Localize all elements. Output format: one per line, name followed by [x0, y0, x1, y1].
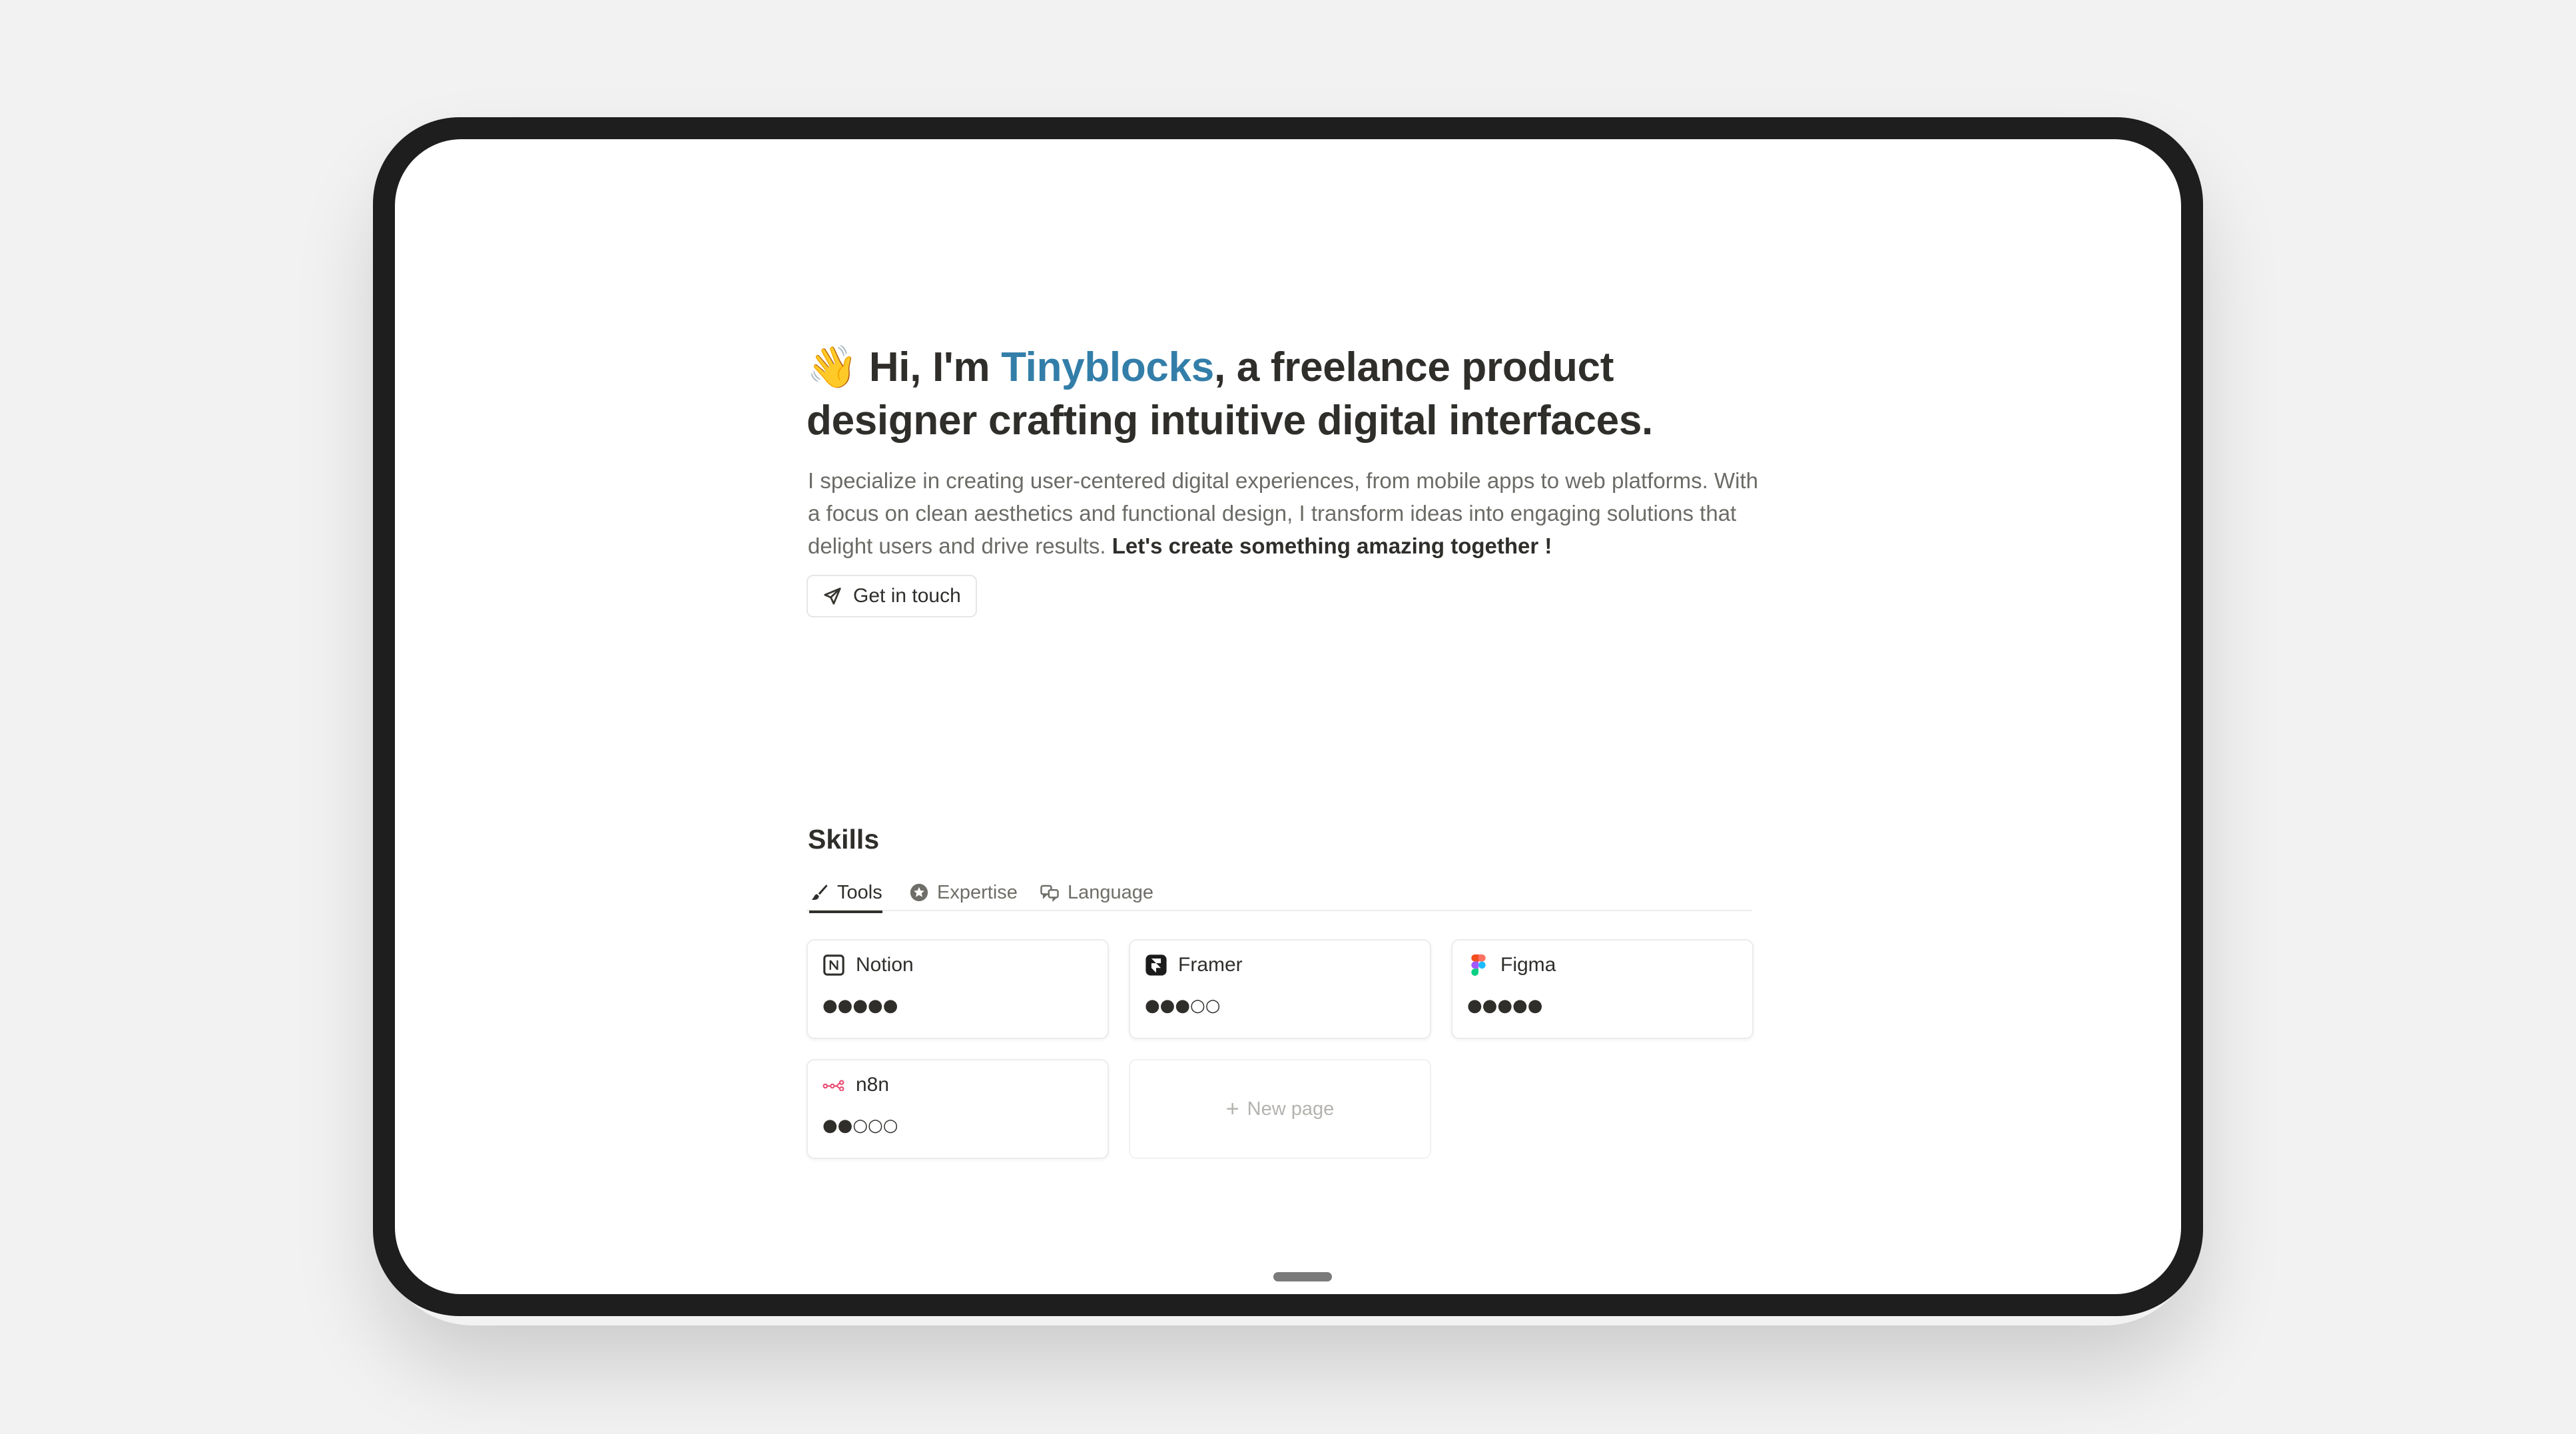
- new-page-label: New page: [1247, 1098, 1335, 1120]
- skill-card-framer[interactable]: Framer ●●●○○: [1129, 939, 1431, 1039]
- rating-dots: ●●●●●: [822, 996, 898, 1016]
- paper-plane-icon: [824, 587, 841, 605]
- skill-card-n8n[interactable]: n8n ●●○○○: [806, 1059, 1109, 1159]
- tab-expertise-label: Expertise: [937, 881, 1018, 903]
- tab-language[interactable]: Language: [1040, 874, 1153, 911]
- notion-icon: [822, 954, 845, 976]
- get-in-touch-button[interactable]: Get in touch: [806, 575, 977, 617]
- tab-language-label: Language: [1068, 881, 1154, 903]
- card-title: Framer: [1178, 954, 1243, 976]
- hero-title-prefix: Hi, I'm: [857, 344, 1002, 390]
- tab-tools[interactable]: Tools: [809, 874, 882, 913]
- card-header: Figma: [1467, 954, 1556, 976]
- new-page-button[interactable]: + New page: [1129, 1059, 1431, 1159]
- tablet-frame: 👋 Hi, I'm Tinyblocks, a freelance produc…: [373, 117, 2203, 1316]
- rating-dots: ●●●●●: [1467, 996, 1543, 1016]
- framer-icon: [1145, 954, 1167, 976]
- tablet-screen: 👋 Hi, I'm Tinyblocks, a freelance produc…: [395, 139, 2181, 1294]
- card-title: Notion: [856, 954, 914, 976]
- card-header: n8n: [822, 1074, 889, 1096]
- tab-expertise[interactable]: Expertise: [909, 874, 1018, 911]
- waving-hand-icon: 👋: [806, 342, 858, 391]
- plus-icon: +: [1225, 1096, 1239, 1122]
- hero-title: 👋 Hi, I'm Tinyblocks, a freelance produc…: [806, 340, 1792, 448]
- home-indicator: [1273, 1272, 1332, 1281]
- card-title: n8n: [856, 1074, 890, 1096]
- hero-name: Tinyblocks: [1001, 344, 1214, 390]
- card-title: Figma: [1500, 954, 1556, 976]
- star-badge-icon: [910, 883, 928, 902]
- get-in-touch-label: Get in touch: [853, 585, 961, 607]
- page-content: 👋 Hi, I'm Tinyblocks, a freelance produc…: [395, 139, 2181, 1294]
- card-header: Notion: [822, 954, 914, 976]
- rating-dots: ●●●○○: [1145, 996, 1221, 1016]
- tab-tools-label: Tools: [837, 881, 882, 903]
- skills-tabs: Tools Expertise Language: [806, 874, 1752, 913]
- translate-icon: [1040, 885, 1059, 902]
- brush-icon: [811, 885, 828, 900]
- hero-description-bold: Let's create something amazing together …: [1112, 534, 1552, 558]
- figma-icon: [1467, 954, 1490, 976]
- skill-card-figma[interactable]: Figma ●●●●●: [1451, 939, 1754, 1039]
- rating-dots: ●●○○○: [822, 1116, 898, 1136]
- n8n-icon: [822, 1074, 845, 1096]
- skill-card-notion[interactable]: Notion ●●●●●: [806, 939, 1109, 1039]
- skills-heading: Skills: [808, 824, 880, 855]
- hero-description: I specialize in creating user-centered d…: [808, 464, 1767, 562]
- card-header: Framer: [1145, 954, 1243, 976]
